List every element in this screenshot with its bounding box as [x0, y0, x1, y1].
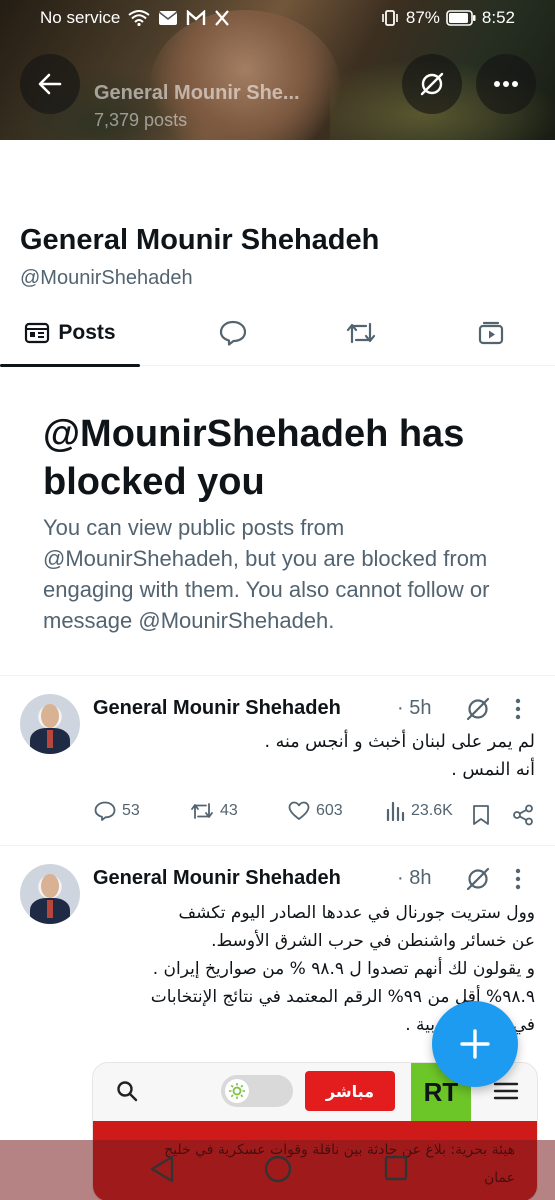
tweet[interactable]: General Mounir Shehadeh · 5h لم يمر على … — [0, 676, 555, 846]
tweet-line: عن خسائر واشنطن في حرب الشرق الأوسط. — [211, 931, 535, 951]
avatar[interactable] — [20, 864, 80, 924]
header-name: General Mounir She... — [94, 82, 300, 104]
header-post-count: 7,379 posts — [94, 110, 188, 130]
views-button[interactable]: 23.6K — [385, 801, 453, 821]
tweet-more-icon[interactable] — [515, 868, 521, 890]
tab-replies[interactable] — [200, 300, 266, 366]
video-icon — [478, 321, 504, 345]
more-options-button[interactable] — [476, 54, 536, 114]
nav-back-icon[interactable] — [148, 1154, 176, 1184]
blocked-title: @MounirShehadeh has blocked you — [43, 413, 465, 503]
profile-name: General Mounir Shehadeh — [20, 224, 380, 256]
tweet-text: لم يمر على لبنان أخبث و أنجس منه . أنه ا… — [85, 728, 535, 784]
repost-count: 43 — [220, 802, 238, 819]
reply-icon — [94, 801, 116, 821]
tweet-actions: 53 43 603 23.6K — [0, 801, 555, 831]
reply-button[interactable]: 53 — [94, 801, 140, 821]
sun-icon — [229, 1083, 245, 1099]
tweet-more-icon[interactable] — [515, 698, 521, 720]
more-icon — [494, 81, 518, 87]
tweet-time[interactable]: · 8h — [397, 867, 431, 890]
tweet-time[interactable]: · 5h — [397, 697, 431, 720]
views-icon — [386, 801, 405, 821]
tab-reposts[interactable] — [328, 300, 394, 366]
back-button[interactable] — [20, 54, 80, 114]
share-icon[interactable] — [512, 804, 534, 826]
grok-button[interactable] — [402, 54, 462, 114]
gmail-icon — [187, 10, 206, 25]
nav-recents-icon[interactable] — [383, 1154, 409, 1182]
wifi-icon — [128, 10, 150, 26]
tweet-line: وول ستريت جورنال في عددها الصادر اليوم ت… — [178, 903, 535, 923]
repost-button[interactable]: 43 — [190, 801, 238, 821]
plus-icon — [460, 1029, 490, 1059]
arrow-left-icon — [38, 73, 62, 95]
avatar[interactable] — [20, 694, 80, 754]
like-count: 603 — [316, 802, 343, 819]
blocked-message: You can view public posts from @MounirSh… — [43, 515, 490, 633]
search-icon — [117, 1081, 138, 1102]
tweet-author[interactable]: General Mounir Shehadeh — [93, 867, 341, 890]
grok-icon — [420, 72, 444, 96]
theme-toggle — [221, 1075, 293, 1107]
clock: 8:52 — [481, 8, 515, 27]
compose-button[interactable] — [432, 1001, 518, 1087]
tab-media[interactable] — [458, 300, 524, 366]
menu-icon — [493, 1082, 519, 1100]
live-badge: مباشر — [305, 1071, 395, 1111]
repost-icon — [346, 322, 376, 344]
nav-home-icon[interactable] — [263, 1154, 293, 1184]
reply-icon — [219, 320, 247, 346]
blocked-notice: @MounirShehadeh has blocked you You can … — [0, 366, 555, 676]
tweet-line: أنه النمس . — [451, 760, 535, 780]
views-count: 23.6K — [411, 802, 453, 819]
tab-posts[interactable]: Posts — [0, 300, 140, 367]
grok-icon[interactable] — [465, 866, 491, 892]
vibrate-icon — [382, 10, 398, 26]
mail-icon — [158, 11, 178, 25]
grok-icon[interactable] — [465, 696, 491, 722]
carrier-text: No service — [40, 8, 121, 27]
tweet-line: لم يمر على لبنان أخبث و أنجس منه . — [264, 732, 535, 752]
tweet-line: و يقولون لك أنهم تصدوا ل ٩٨.٩ % من صواري… — [152, 959, 535, 979]
repost-icon — [191, 803, 213, 819]
reply-count: 53 — [122, 802, 140, 819]
tab-posts-label: Posts — [58, 321, 116, 344]
battery-icon — [446, 10, 476, 26]
bookmark-icon[interactable] — [472, 804, 490, 826]
profile-tabs: Posts — [0, 300, 555, 367]
x-logo-icon — [215, 10, 230, 26]
battery-percent: 87% — [405, 8, 440, 27]
tweet-author[interactable]: General Mounir Shehadeh — [93, 697, 341, 720]
like-button[interactable]: 603 — [288, 801, 343, 821]
heart-icon — [288, 801, 310, 820]
profile-handle: @MounirShehadeh — [20, 267, 193, 289]
status-bar: No service 87% 8:52 — [0, 0, 555, 36]
posts-icon — [25, 322, 50, 344]
